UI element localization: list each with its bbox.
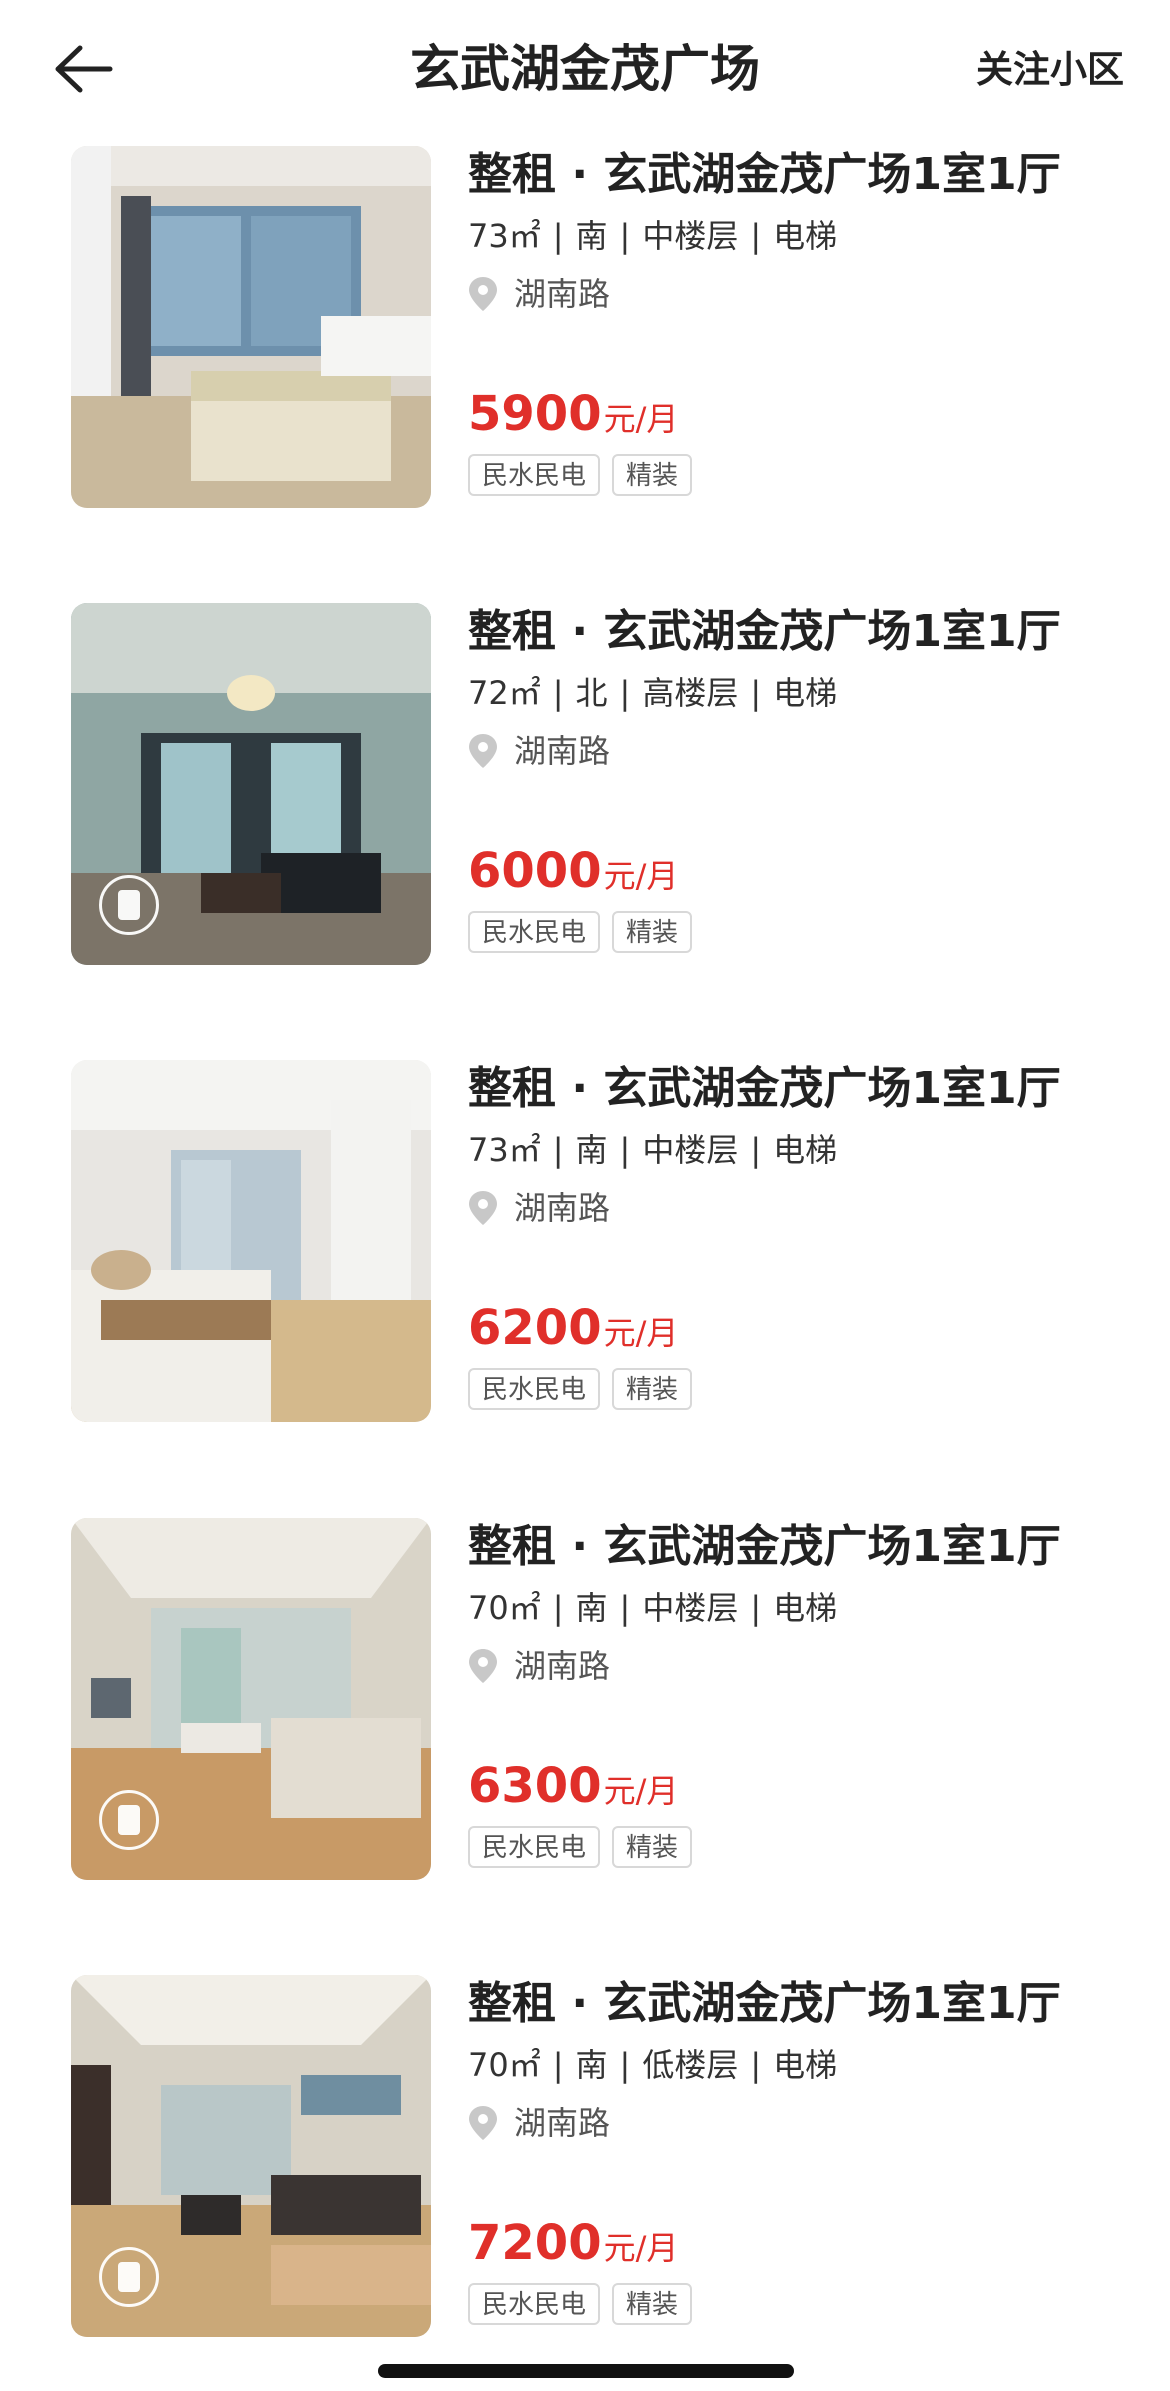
price-unit: 元/月 [603, 2229, 679, 2267]
listing-photo [71, 1518, 431, 1880]
listing-card[interactable]: 整租 · 玄武湖金茂广场1室1厅 70㎡ | 南 | 中楼层 | 电梯 湖南路 6300 元/… [0, 1518, 1170, 1880]
listing-tags: 民水民电 精装 [468, 911, 704, 953]
tag-decoration: 精装 [612, 911, 693, 953]
listing-title: 整租 · 玄武湖金茂广场1室1厅 [468, 1063, 1061, 1114]
listing-title: 整租 · 玄武湖金茂广场1室1厅 [468, 1521, 1061, 1572]
price-value: 6000 [468, 843, 602, 899]
price-value: 6200 [468, 1300, 602, 1356]
price-unit: 元/月 [603, 1772, 679, 1810]
listing-price: 6300 元/月 [468, 1756, 678, 1816]
listing-orientation: 南 [575, 217, 608, 255]
listing-card[interactable]: 整租 · 玄武湖金茂广场1室1厅 72㎡ | 北 | 高楼层 | 电梯 湖南路 6000 元/… [0, 603, 1170, 965]
listing-elevator: 电梯 [773, 1131, 838, 1169]
location-pin-icon [469, 734, 497, 768]
listing-location: 湖南路 [468, 2101, 610, 2145]
listing-tags: 民水民电 精装 [468, 1826, 704, 1868]
listing-price: 5900 元/月 [468, 384, 678, 444]
location-pin-icon [469, 1649, 497, 1683]
listing-orientation: 南 [575, 2046, 608, 2084]
tag-utilities: 民水民电 [468, 2283, 601, 2325]
listing-location: 湖南路 [468, 272, 610, 316]
listing-price: 6200 元/月 [468, 1298, 678, 1358]
listing-title: 整租 · 玄武湖金茂广场1室1厅 [468, 1978, 1061, 2029]
listing-floor: 高楼层 [642, 674, 739, 712]
listing-info: 整租 · 玄武湖金茂广场1室1厅 73㎡ | 南 | 中楼层 | 电梯 湖南路 5900 元/… [468, 146, 1148, 508]
price-unit: 元/月 [603, 400, 679, 438]
tag-decoration: 精装 [612, 1368, 693, 1410]
listing-elevator: 电梯 [773, 217, 838, 255]
listing-floor: 中楼层 [642, 217, 739, 255]
listing-info: 整租 · 玄武湖金茂广场1室1厅 72㎡ | 北 | 高楼层 | 电梯 湖南路 6000 元/… [468, 603, 1148, 965]
listing-card[interactable]: 整租 · 玄武湖金茂广场1室1厅 73㎡ | 南 | 中楼层 | 电梯 湖南路 5900 元/… [0, 146, 1170, 508]
listing-tags: 民水民电 精装 [468, 1368, 704, 1410]
tag-utilities: 民水民电 [468, 911, 601, 953]
listing-meta: 72㎡ | 北 | 高楼层 | 电梯 [468, 674, 838, 712]
listing-price: 7200 元/月 [468, 2213, 678, 2273]
tag-decoration: 精装 [612, 2283, 693, 2325]
price-value: 6300 [468, 1758, 602, 1814]
listing-meta: 70㎡ | 南 | 低楼层 | 电梯 [468, 2046, 838, 2084]
listing-orientation: 南 [575, 1589, 608, 1627]
vr-view-icon [99, 1790, 159, 1850]
tag-utilities: 民水民电 [468, 454, 601, 496]
listing-location-text: 湖南路 [514, 1647, 611, 1685]
home-indicator[interactable] [378, 2364, 794, 2378]
listing-title: 整租 · 玄武湖金茂广场1室1厅 [468, 606, 1061, 657]
listing-location-text: 湖南路 [514, 1189, 611, 1227]
listing-location-text: 湖南路 [514, 275, 611, 313]
listing-location-text: 湖南路 [514, 732, 611, 770]
listing-elevator: 电梯 [773, 2046, 838, 2084]
listing-elevator: 电梯 [773, 674, 838, 712]
listing-card[interactable]: 整租 · 玄武湖金茂广场1室1厅 73㎡ | 南 | 中楼层 | 电梯 湖南路 6200 元/… [0, 1060, 1170, 1422]
listing-location: 湖南路 [468, 1186, 610, 1230]
listing-area: 73㎡ [468, 217, 541, 255]
listing-photo [71, 1975, 431, 2337]
listing-elevator: 电梯 [773, 1589, 838, 1627]
tag-decoration: 精装 [612, 1826, 693, 1868]
listing-floor: 中楼层 [642, 1589, 739, 1627]
listing-area: 73㎡ [468, 1131, 541, 1169]
price-unit: 元/月 [603, 1314, 679, 1352]
tag-decoration: 精装 [612, 454, 693, 496]
listing-area: 72㎡ [468, 674, 541, 712]
listing-location: 湖南路 [468, 1644, 610, 1688]
listing-location: 湖南路 [468, 729, 610, 773]
listing-info: 整租 · 玄武湖金茂广场1室1厅 70㎡ | 南 | 低楼层 | 电梯 湖南路 7200 元/… [468, 1975, 1148, 2337]
listing-meta: 73㎡ | 南 | 中楼层 | 电梯 [468, 217, 838, 255]
tag-utilities: 民水民电 [468, 1826, 601, 1868]
listing-floor: 低楼层 [642, 2046, 739, 2084]
price-unit: 元/月 [603, 857, 679, 895]
listing-photo [71, 1060, 431, 1422]
tag-utilities: 民水民电 [468, 1368, 601, 1410]
listing-floor: 中楼层 [642, 1131, 739, 1169]
listing-area: 70㎡ [468, 1589, 541, 1627]
listing-meta: 73㎡ | 南 | 中楼层 | 电梯 [468, 1131, 838, 1169]
listing-title: 整租 · 玄武湖金茂广场1室1厅 [468, 149, 1061, 200]
vr-view-icon [99, 2247, 159, 2307]
listing-orientation: 南 [575, 1131, 608, 1169]
listing-meta: 70㎡ | 南 | 中楼层 | 电梯 [468, 1589, 838, 1627]
listing-area: 70㎡ [468, 2046, 541, 2084]
location-pin-icon [469, 277, 497, 311]
vr-view-icon [99, 875, 159, 935]
price-value: 7200 [468, 2215, 602, 2271]
follow-community-button[interactable]: 关注小区 [976, 40, 1124, 100]
listing-price: 6000 元/月 [468, 841, 678, 901]
location-pin-icon [469, 2106, 497, 2140]
location-pin-icon [469, 1191, 497, 1225]
listing-location-text: 湖南路 [514, 2104, 611, 2142]
listing-info: 整租 · 玄武湖金茂广场1室1厅 73㎡ | 南 | 中楼层 | 电梯 湖南路 6200 元/… [468, 1060, 1148, 1422]
listing-tags: 民水民电 精装 [468, 454, 704, 496]
price-value: 5900 [468, 386, 602, 442]
listing-orientation: 北 [575, 674, 608, 712]
listing-card[interactable]: 整租 · 玄武湖金茂广场1室1厅 70㎡ | 南 | 低楼层 | 电梯 湖南路 7200 元/… [0, 1975, 1170, 2337]
listing-tags: 民水民电 精装 [468, 2283, 704, 2325]
top-bar: 玄武湖金茂广场 关注小区 [0, 0, 1170, 140]
listing-photo [71, 603, 431, 965]
listing-photo [71, 146, 431, 508]
listing-info: 整租 · 玄武湖金茂广场1室1厅 70㎡ | 南 | 中楼层 | 电梯 湖南路 6300 元/… [468, 1518, 1148, 1880]
